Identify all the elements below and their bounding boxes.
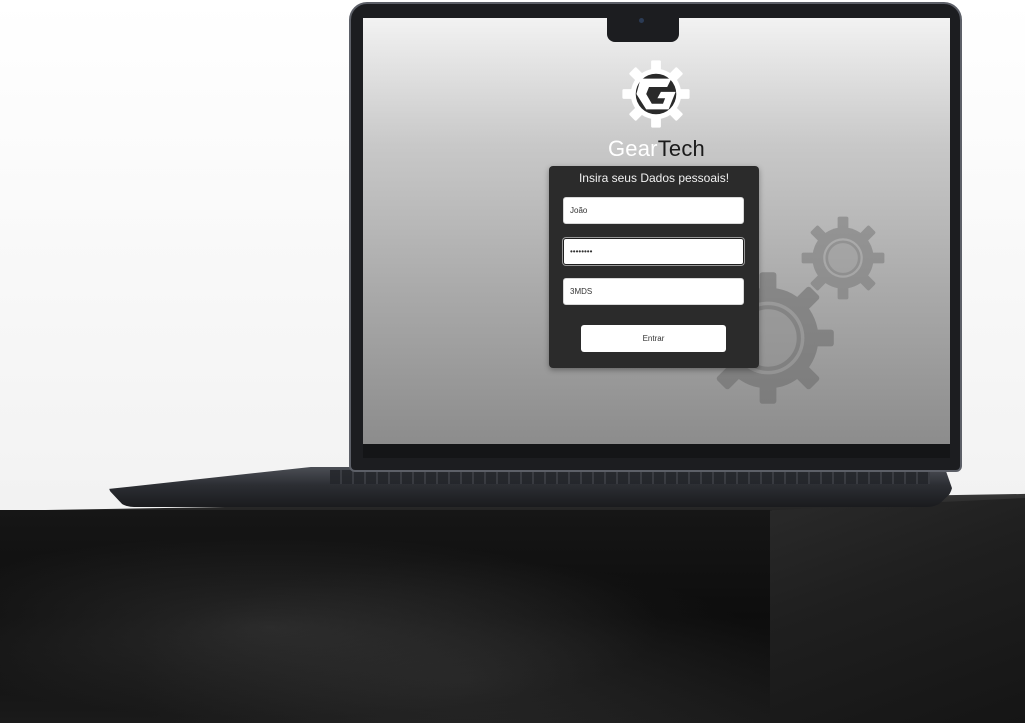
camera-icon: [639, 18, 644, 23]
brand-name: GearTech: [363, 136, 950, 162]
laptop-screen: GearTech Insira seus Dados pessoais! Ent…: [363, 18, 950, 444]
brand-name-part-1: Gear: [608, 136, 658, 161]
brand-name-part-2: Tech: [657, 136, 705, 161]
class-field[interactable]: [563, 278, 744, 305]
name-field[interactable]: [563, 197, 744, 224]
screen-bezel-bottom: [363, 444, 950, 458]
laptop-keyboard: [330, 470, 930, 484]
product-mockup-scene: GearTech Insira seus Dados pessoais! Ent…: [0, 0, 1025, 723]
pedestal-side: [770, 498, 1025, 723]
gear-g-logo-icon: [622, 60, 690, 128]
camera-notch: [607, 14, 679, 42]
login-form: Insira seus Dados pessoais! Entrar: [549, 166, 759, 368]
password-field[interactable]: [563, 238, 744, 265]
laptop-lid: GearTech Insira seus Dados pessoais! Ent…: [349, 2, 962, 472]
submit-button[interactable]: Entrar: [581, 325, 726, 352]
pedestal-front: [0, 510, 772, 723]
form-title: Insira seus Dados pessoais!: [578, 171, 730, 185]
